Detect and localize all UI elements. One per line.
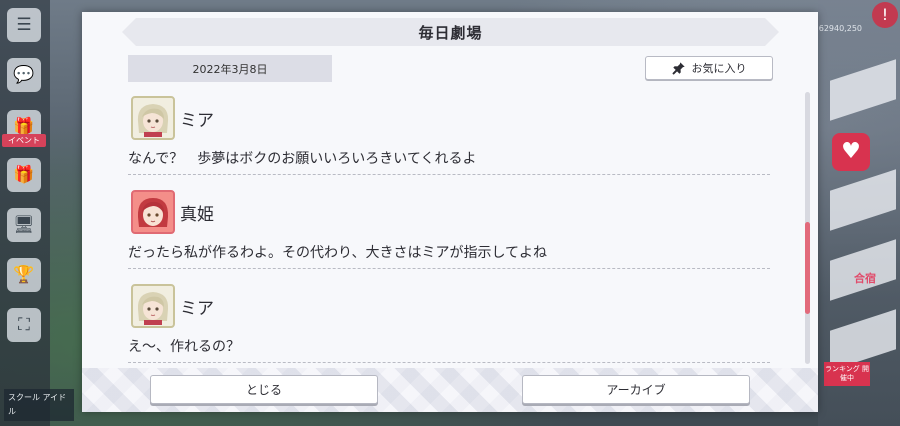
message-header: ミア xyxy=(131,284,214,328)
trophy-icon[interactable]: 🏆 xyxy=(7,258,41,292)
chat-icon[interactable]: 💬 xyxy=(7,58,41,92)
left-menu-panel: ☰ 💬 🎁 イベント 🎁 🖥 🏆 ⛶ xyxy=(0,0,50,426)
screen-icon[interactable]: 🖥 xyxy=(7,208,41,242)
school-idol-label: スクール アイドル xyxy=(4,389,74,421)
ranking-badge[interactable]: ランキング 開催中 xyxy=(824,362,870,386)
date-label: 2022年3月8日 xyxy=(128,55,332,82)
gift-icon[interactable]: 🎁 xyxy=(7,158,41,192)
heart-icon[interactable]: ♥ xyxy=(832,133,870,171)
right-tile xyxy=(830,169,896,231)
dialog-footer: とじる アーカイブ xyxy=(82,368,818,412)
message-text: なんで？ 歩夢はボクのお願いいろいろきいてくれるよ xyxy=(128,151,477,167)
scrollbar-thumb[interactable] xyxy=(805,222,810,314)
dialog-title: 毎日劇場 xyxy=(418,23,483,42)
message-divider xyxy=(128,174,770,175)
camp-label[interactable]: 合宿 xyxy=(854,270,876,286)
message-item: ミア なんで？ 歩夢はボクのお願いいろいろきいてくれるよ xyxy=(128,92,770,184)
message-list[interactable]: ミア なんで？ 歩夢はボクのお願いいろいろきいてくれるよ 真姫 だったら私が作る… xyxy=(128,92,772,372)
right-tile xyxy=(830,59,896,121)
message-divider xyxy=(128,268,770,269)
message-text: だったら私が作るわよ。その代わり、大きさはミアが指示してよね xyxy=(128,245,548,261)
mia-avatar xyxy=(131,96,175,140)
message-header: 真姫 xyxy=(131,190,214,234)
close-button[interactable]: とじる xyxy=(150,375,378,404)
message-text: え〜、作れるの？ xyxy=(128,339,240,355)
notification-icon[interactable]: ! xyxy=(872,2,898,28)
message-header: ミア xyxy=(131,96,214,140)
menu-icon[interactable]: ☰ xyxy=(7,8,41,42)
message-divider xyxy=(128,362,770,363)
pin-icon xyxy=(671,62,685,75)
message-item: ミア え〜、作れるの？ xyxy=(128,280,770,372)
currency-readout: 62940,250 xyxy=(818,24,862,33)
event-tag: イベント xyxy=(2,134,46,147)
message-item: 真姫 だったら私が作るわよ。その代わり、大きさはミアが指示してよね xyxy=(128,186,770,278)
favorite-button[interactable]: お気に入り xyxy=(645,56,773,80)
speaker-name: ミア xyxy=(180,110,214,131)
mia-avatar xyxy=(131,284,175,328)
speaker-name: ミア xyxy=(180,298,214,319)
expand-icon[interactable]: ⛶ xyxy=(7,308,41,342)
maki-avatar xyxy=(131,190,175,234)
scrollbar-track[interactable] xyxy=(805,92,810,364)
favorite-button-label: お気に入り xyxy=(691,62,747,75)
speaker-name: 真姫 xyxy=(180,204,214,225)
daily-theater-dialog: 毎日劇場 2022年3月8日 お気に入り ミア なんで？ 歩夢はボクのお願いいろ… xyxy=(82,12,818,412)
archive-button[interactable]: アーカイブ xyxy=(522,375,750,404)
title-bar: 毎日劇場 xyxy=(122,18,779,46)
